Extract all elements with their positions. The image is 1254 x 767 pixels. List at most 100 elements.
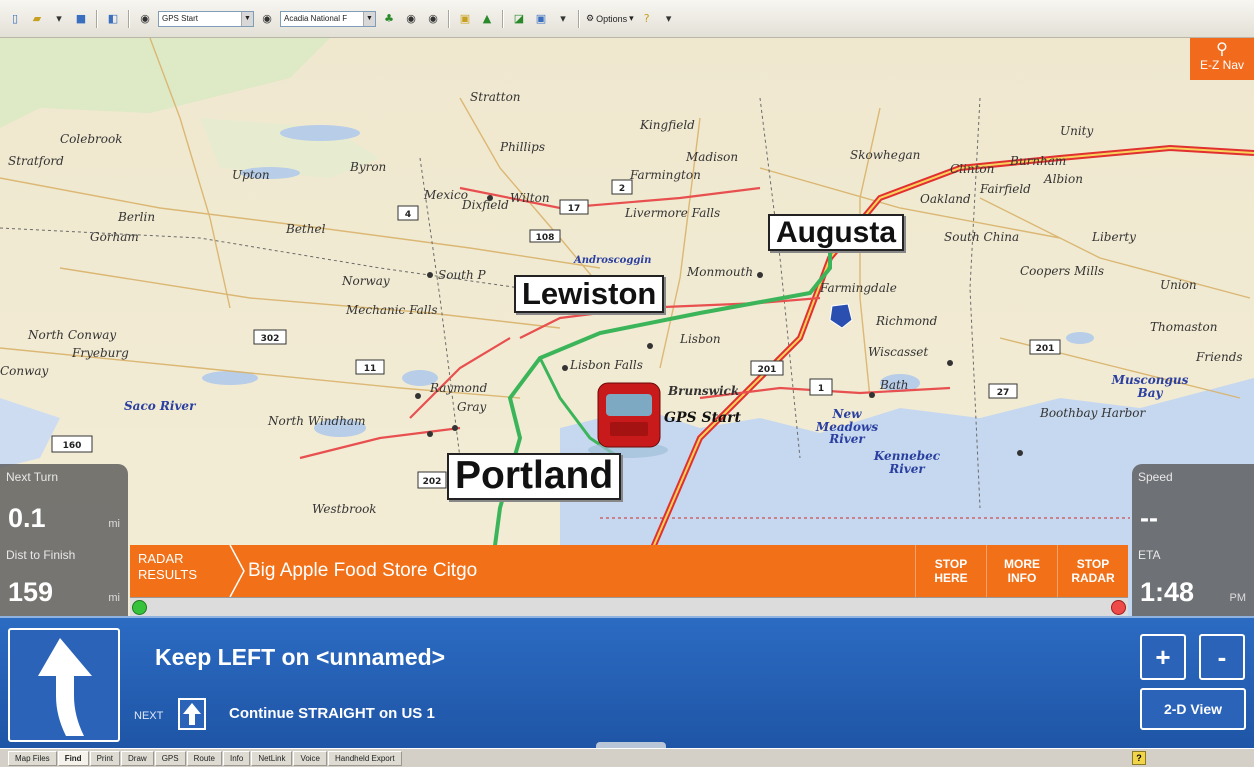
tab-handheld-export[interactable]: Handheld Export [328, 750, 402, 766]
tab-gps[interactable]: GPS [154, 750, 186, 766]
eta-unit: PM [1229, 592, 1247, 604]
town-label: Colebrook [60, 132, 123, 146]
view-toggle-button[interactable]: 2-D View [1140, 688, 1246, 730]
water-label: Muscongus Bay [1111, 373, 1189, 400]
more-info-line2: INFO [1007, 571, 1037, 585]
city-label-portland[interactable]: Portland [447, 453, 622, 500]
town-label: Farmington [630, 168, 701, 182]
gps-icon[interactable]: ◉ [136, 10, 154, 28]
town-label: Farmingdale [820, 281, 897, 295]
more-info-line1: MORE [1004, 557, 1040, 571]
radar-results-bar: RADAR RESULTS Big Apple Food Store Citgo… [130, 545, 1128, 597]
terrain-icon[interactable]: ▲ [478, 10, 496, 28]
dist-to-finish-unit: mi [108, 592, 120, 604]
ez-nav-button[interactable]: ⚲ E-Z Nav [1190, 38, 1254, 80]
layers-icon[interactable]: ◪ [510, 10, 528, 28]
stop-here-button[interactable]: STOP HERE [915, 545, 986, 597]
speed-panel: Speed -- [1132, 464, 1254, 542]
tab-voice[interactable]: Voice [293, 750, 328, 766]
town-label: North Conway [28, 328, 117, 342]
dropdown-arrow-icon[interactable]: ▾ [554, 10, 572, 28]
town-label: Wiscasset [868, 345, 929, 359]
town-label: Skowhegan [850, 148, 921, 162]
chevron-right-icon [229, 545, 245, 597]
route-start-dot [132, 600, 147, 615]
town-label: Liberty [1092, 230, 1136, 244]
town-label: Wilton [510, 191, 550, 205]
current-instruction: Keep LEFT on <unnamed> [155, 644, 446, 670]
town-label: Dixfield [462, 198, 509, 212]
town-label: Monmouth [687, 265, 754, 279]
town-label: Coopers Mills [1020, 264, 1105, 278]
stop-radar-button[interactable]: STOP RADAR [1057, 545, 1128, 597]
town-label: Oakland [920, 192, 971, 206]
town-label: Fairfield [980, 182, 1031, 196]
gps-select-value: GPS Start [162, 14, 199, 23]
new-file-icon[interactable]: ▯ [6, 10, 24, 28]
svg-text:4: 4 [405, 210, 411, 220]
tab-print[interactable]: Print [89, 750, 121, 766]
stop-radar-line2: RADAR [1071, 571, 1115, 585]
map-select[interactable]: Acadia National F ▼ [280, 10, 376, 27]
town-label: Richmond [876, 314, 938, 328]
radar-title-line1: RADAR [138, 551, 184, 566]
map-view[interactable]: 302 11 202 201 1 27 160 4 17 108 2 201 S… [0, 38, 1254, 618]
open-folder-icon[interactable]: ▰ [28, 10, 46, 28]
dropdown-arrow-icon[interactable]: ▾ [660, 10, 678, 28]
city-label-lewiston[interactable]: Lewiston [514, 275, 665, 314]
tab-map-files[interactable]: Map Files [8, 750, 57, 766]
route-end-dot [1111, 600, 1126, 615]
tab-draw[interactable]: Draw [121, 750, 154, 766]
chevron-down-icon: ▼ [241, 11, 253, 26]
city-label-augusta[interactable]: Augusta [768, 214, 904, 251]
gps-select[interactable]: GPS Start ▼ [158, 10, 254, 27]
tab-route[interactable]: Route [186, 750, 222, 766]
help-icon[interactable]: ? [1132, 751, 1146, 765]
options-icon: ⚙ [586, 13, 595, 23]
chevron-down-icon: ▼ [363, 11, 375, 26]
tab-find[interactable]: Find [57, 750, 89, 766]
svg-text:202: 202 [423, 477, 442, 487]
town-label: Mexico [424, 188, 468, 202]
town-label: Norway [342, 274, 390, 288]
save-icon[interactable]: ■ [72, 10, 90, 28]
binoculars-icon[interactable]: ♣ [380, 10, 398, 28]
eta-panel: ETA 1:48 PM [1132, 542, 1254, 616]
tab-info[interactable]: Info [222, 750, 251, 766]
zoom-in-button[interactable]: + [1140, 634, 1186, 680]
map-icon[interactable]: ◧ [104, 10, 122, 28]
svg-text:201: 201 [1036, 344, 1055, 354]
town-label: Conway [0, 364, 49, 378]
dropdown-arrow-icon[interactable]: ▾ [50, 10, 68, 28]
town-label: South China [944, 230, 1020, 244]
route-progress-bar[interactable] [130, 597, 1128, 616]
water-label: Androscoggin [574, 255, 652, 266]
town-label: Phillips [500, 140, 545, 154]
options-menu[interactable]: ⚙ Options ▾ [586, 13, 634, 24]
magnifier-icon: ⚲ [1216, 39, 1228, 58]
town-label: Clinton [950, 162, 995, 176]
stop-here-line1: STOP [934, 557, 968, 571]
tab-netlink[interactable]: NetLink [251, 750, 293, 766]
svg-text:17: 17 [568, 204, 581, 214]
radar-result-name[interactable]: Big Apple Food Store Citgo [248, 560, 915, 582]
gps-start-marker-label: GPS Start [664, 410, 741, 426]
radar-results-title[interactable]: RADAR RESULTS [130, 545, 230, 597]
back-icon[interactable]: ◉ [402, 10, 420, 28]
zoom-out-button[interactable]: - [1199, 634, 1245, 680]
town-label: Brunswick [668, 384, 740, 398]
forward-icon[interactable]: ◉ [424, 10, 442, 28]
turn-arrow-icon [8, 628, 120, 742]
lock-icon[interactable]: ▣ [456, 10, 474, 28]
globe-icon[interactable]: ◉ [258, 10, 276, 28]
town-label: Albion [1044, 172, 1083, 186]
help-icon[interactable]: ? [638, 10, 656, 28]
town-label: Stratton [470, 90, 521, 104]
town-label: Raymond [430, 381, 488, 395]
speed-label: Speed [1138, 470, 1173, 484]
town-label: Friends [1196, 350, 1243, 364]
town-label: Boothbay Harbor [1040, 406, 1146, 420]
eta-value: 1:48 [1140, 577, 1195, 607]
more-info-button[interactable]: MORE INFO [986, 545, 1057, 597]
window-icon[interactable]: ▣ [532, 10, 550, 28]
